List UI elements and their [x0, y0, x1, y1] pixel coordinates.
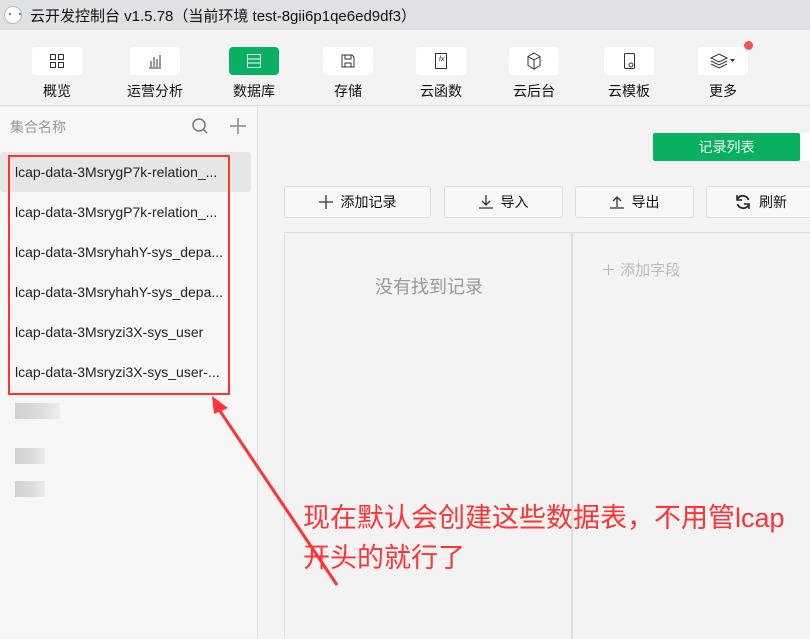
annotation-text: 现在默认会创建这些数据表，不用管lcap开头的就行了 — [303, 503, 785, 573]
